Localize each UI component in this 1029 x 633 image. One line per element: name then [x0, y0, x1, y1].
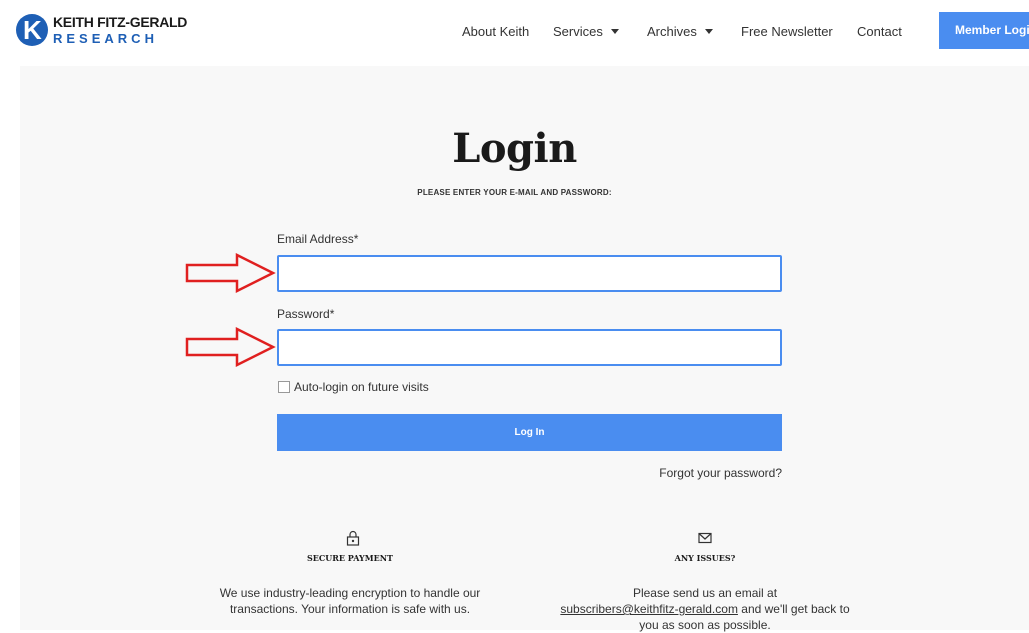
nav-contact[interactable]: Contact — [857, 24, 902, 39]
required-marker: * — [329, 307, 335, 321]
nav-services[interactable]: Services — [553, 24, 619, 39]
auto-login-label[interactable]: Auto-login on future visits — [294, 380, 429, 394]
site-logo[interactable]: K KEITH FITZ-GERALD RESEARCH — [16, 11, 187, 49]
logo-k-icon: K — [16, 14, 48, 46]
nav-services-label: Services — [553, 24, 603, 39]
auto-login-option[interactable]: Auto-login on future visits — [278, 380, 429, 394]
chevron-down-icon — [704, 29, 713, 34]
nav-archives-label: Archives — [647, 24, 697, 39]
nav-about[interactable]: About Keith — [462, 24, 529, 39]
logo-tagline: RESEARCH — [53, 31, 158, 46]
login-instructions: PLEASE ENTER YOUR E-MAIL AND PASSWORD: — [417, 188, 612, 197]
lock-icon — [346, 530, 360, 546]
nav-free-newsletter[interactable]: Free Newsletter — [741, 24, 833, 39]
login-button[interactable]: Log In — [277, 414, 782, 451]
page-title: Login — [452, 125, 577, 172]
email-field[interactable] — [277, 255, 782, 292]
password-label: Password* — [277, 307, 335, 321]
annotation-arrow-icon — [185, 327, 276, 367]
chevron-down-icon — [610, 29, 619, 34]
support-email-link[interactable]: subscribers@keithfitz-gerald.com — [560, 602, 738, 616]
secure-payment-text: We use industry-leading encryption to ha… — [219, 586, 481, 616]
any-issues-text: Please send us an email at subscribers@k… — [560, 586, 850, 632]
required-marker: * — [353, 232, 359, 246]
mail-icon — [698, 532, 712, 544]
nav-archives[interactable]: Archives — [647, 24, 713, 39]
password-field[interactable] — [277, 329, 782, 366]
annotation-arrow-icon — [185, 253, 276, 293]
auto-login-checkbox[interactable] — [278, 381, 290, 393]
email-label: Email Address* — [277, 232, 359, 246]
any-issues-title: ANY ISSUES? — [674, 553, 736, 563]
member-login-button[interactable]: Member Login — [939, 12, 1029, 49]
site-header: K KEITH FITZ-GERALD RESEARCH About Keith… — [0, 0, 1029, 64]
forgot-password-link[interactable]: Forgot your password? — [600, 466, 782, 480]
logo-name: KEITH FITZ-GERALD — [53, 14, 188, 30]
secure-payment-title: SECURE PAYMENT — [307, 553, 393, 563]
